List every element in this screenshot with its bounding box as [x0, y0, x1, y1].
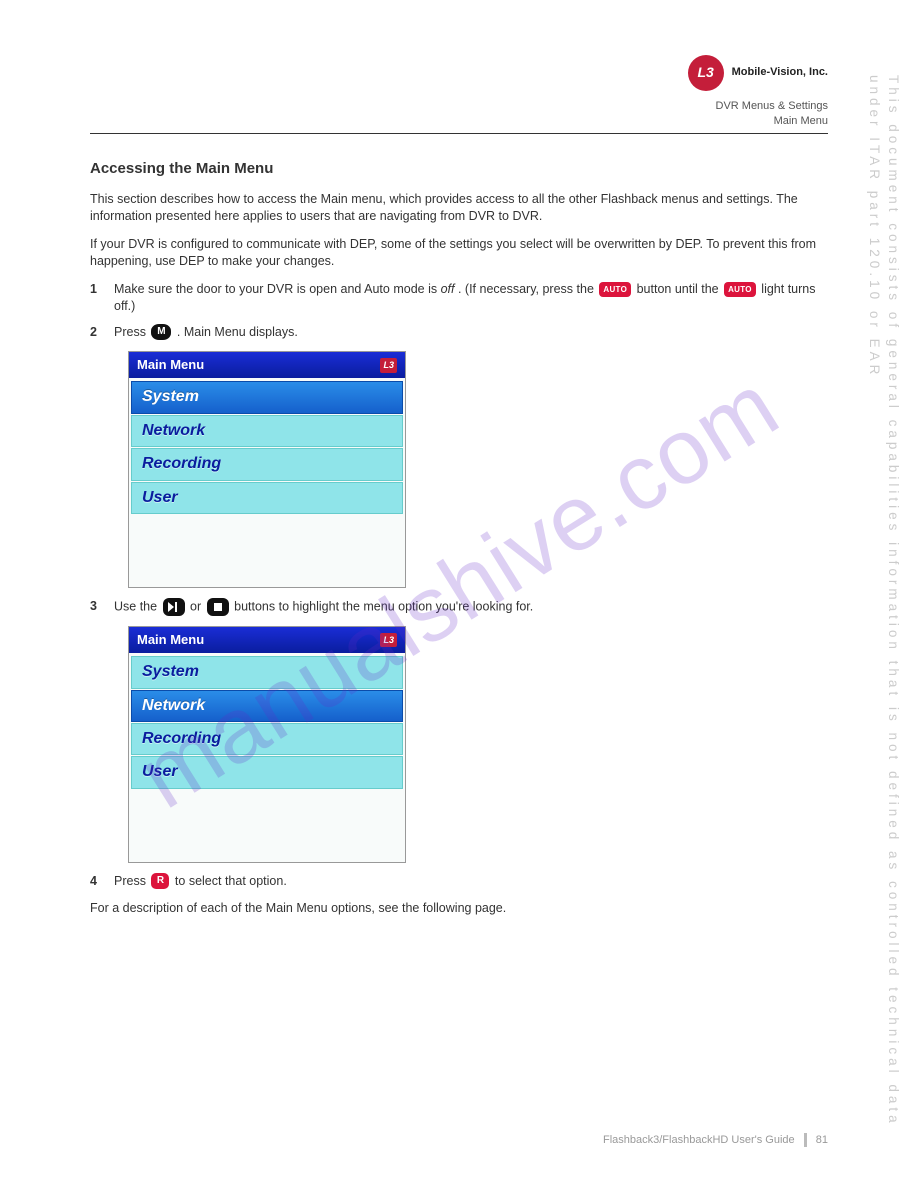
- stop-icon: [207, 598, 229, 616]
- device-screenshot-2: Main Menu L3 System Network Recording Us…: [128, 626, 406, 863]
- step-number: 3: [90, 598, 104, 616]
- section-title: Accessing the Main Menu: [90, 158, 828, 179]
- step-number: 2: [90, 324, 104, 342]
- step2-text-a: Press: [114, 325, 149, 339]
- step-2: 2 Press M . Main Menu displays.: [90, 324, 828, 342]
- page-footer: Flashback3/FlashbackHD User's Guide 81: [603, 1133, 828, 1148]
- device-logo-icon: L3: [380, 358, 397, 373]
- menu-item-system[interactable]: System: [131, 381, 403, 413]
- step1-text-c: button until the: [637, 282, 722, 296]
- l3-logo-icon: [688, 55, 724, 91]
- menu-item-user[interactable]: User: [131, 756, 403, 788]
- step4-text-b: to select that option.: [175, 874, 287, 888]
- step-number: 1: [90, 281, 104, 299]
- step-4: 4 Press R to select that option.: [90, 873, 828, 891]
- step-1: 1 Make sure the door to your DVR is open…: [90, 281, 828, 316]
- r-button-icon: R: [151, 873, 169, 889]
- step3-text-b: buttons to highlight the menu option you…: [234, 599, 533, 613]
- auto-light-icon: AUTO: [724, 282, 756, 296]
- intro-paragraph: This section describes how to access the…: [90, 191, 828, 226]
- breadcrumb-bottom: Main Menu: [90, 114, 828, 129]
- device-screenshot-1: Main Menu L3 System Network Recording Us…: [128, 351, 406, 588]
- step-3: 3 Use the or buttons to highlight the me…: [90, 598, 828, 616]
- step3-text-a: Use the: [114, 599, 161, 613]
- m-button-icon: M: [151, 324, 171, 340]
- menu-item-network[interactable]: Network: [131, 415, 403, 447]
- savenote-paragraph: If your DVR is configured to communicate…: [90, 236, 828, 271]
- menu-item-recording[interactable]: Recording: [131, 723, 403, 755]
- breadcrumb-top: DVR Menus & Settings: [90, 99, 828, 114]
- step3-or: or: [190, 599, 205, 613]
- page-header: Mobile-Vision, Inc.: [90, 55, 828, 91]
- company-name: Mobile-Vision, Inc.: [732, 65, 828, 80]
- menu-item-system[interactable]: System: [131, 656, 403, 688]
- step4-text-a: Press: [114, 874, 149, 888]
- footer-divider-icon: [804, 1133, 807, 1147]
- menu-item-network[interactable]: Network: [131, 690, 403, 722]
- auto-button-icon: AUTO: [599, 282, 631, 296]
- next-track-icon: [163, 598, 185, 616]
- menu-item-recording[interactable]: Recording: [131, 448, 403, 480]
- breadcrumb: DVR Menus & Settings Main Menu: [90, 99, 828, 134]
- step-number: 4: [90, 873, 104, 891]
- device-title: Main Menu: [137, 631, 204, 649]
- device-title: Main Menu: [137, 356, 204, 374]
- device-header: Main Menu L3: [129, 352, 405, 378]
- footer-page-number: 81: [816, 1134, 828, 1146]
- step1-text-a: Make sure the door to your DVR is open a…: [114, 282, 441, 296]
- device-header: Main Menu L3: [129, 627, 405, 653]
- step1-off: off: [441, 282, 455, 296]
- device-logo-icon: L3: [380, 633, 397, 648]
- step1-text-b: . (If necessary, press the: [458, 282, 597, 296]
- footer-doc-title: Flashback3/FlashbackHD User's Guide: [603, 1134, 795, 1146]
- closing-paragraph: For a description of each of the Main Me…: [90, 900, 828, 918]
- step2-text-b: . Main Menu displays.: [177, 325, 298, 339]
- menu-item-user[interactable]: User: [131, 482, 403, 514]
